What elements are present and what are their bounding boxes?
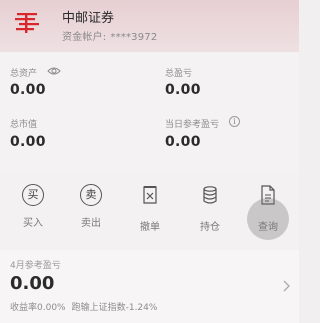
cancel-order-button[interactable]: 撤单 — [130, 184, 170, 233]
benchmark-comparison: 跑输上证指数-1.24% — [71, 303, 158, 313]
positions-icon — [203, 186, 217, 204]
daily-pnl-value: 0.00 — [165, 134, 201, 150]
total-pnl-value: 0.00 — [165, 82, 201, 98]
account-label: 资金帐户: — [62, 32, 107, 43]
return-rate: 收益率0.00% — [10, 303, 66, 313]
cancel-order-label: 撤单 — [140, 222, 160, 233]
broker-name: 中邮证券 — [62, 11, 115, 26]
buy-button[interactable]: 买 买入 — [13, 184, 53, 229]
monthly-pnl-title: 4月参考盈亏 — [10, 261, 61, 271]
daily-pnl-label: 当日参考盈亏 — [165, 120, 220, 130]
cancel-order-icon — [143, 186, 157, 204]
chevron-right-icon[interactable] — [282, 280, 290, 292]
account-header: 中邮证券 资金帐户: ****3972 — [0, 0, 299, 52]
total-pnl-label: 总盈亏 — [165, 69, 193, 79]
info-icon[interactable]: i — [229, 116, 240, 127]
asset-summary-panel — [0, 52, 299, 172]
china-post-securities-logo-icon — [15, 13, 39, 33]
monthly-pnl-details: 收益率0.00% 跑输上证指数-1.24% — [10, 300, 157, 313]
positions-label: 持仓 — [200, 222, 220, 233]
total-assets-label: 总资产 — [10, 69, 38, 79]
market-value-label: 总市值 — [10, 120, 38, 130]
total-assets-value: 0.00 — [10, 82, 46, 98]
sell-label: 卖出 — [81, 218, 101, 229]
sell-icon: 卖 — [80, 184, 102, 206]
buy-icon: 买 — [22, 184, 44, 206]
account-number: ****3972 — [110, 32, 158, 43]
positions-button[interactable]: 持仓 — [190, 184, 230, 233]
sell-button[interactable]: 卖 卖出 — [71, 184, 111, 229]
market-value-value: 0.00 — [10, 134, 46, 150]
buy-label: 买入 — [23, 218, 43, 229]
monthly-pnl-value: 0.00 — [10, 273, 55, 294]
touch-ripple — [247, 198, 289, 240]
account-info: 资金帐户: ****3972 — [62, 28, 157, 43]
eye-icon[interactable] — [47, 66, 61, 76]
